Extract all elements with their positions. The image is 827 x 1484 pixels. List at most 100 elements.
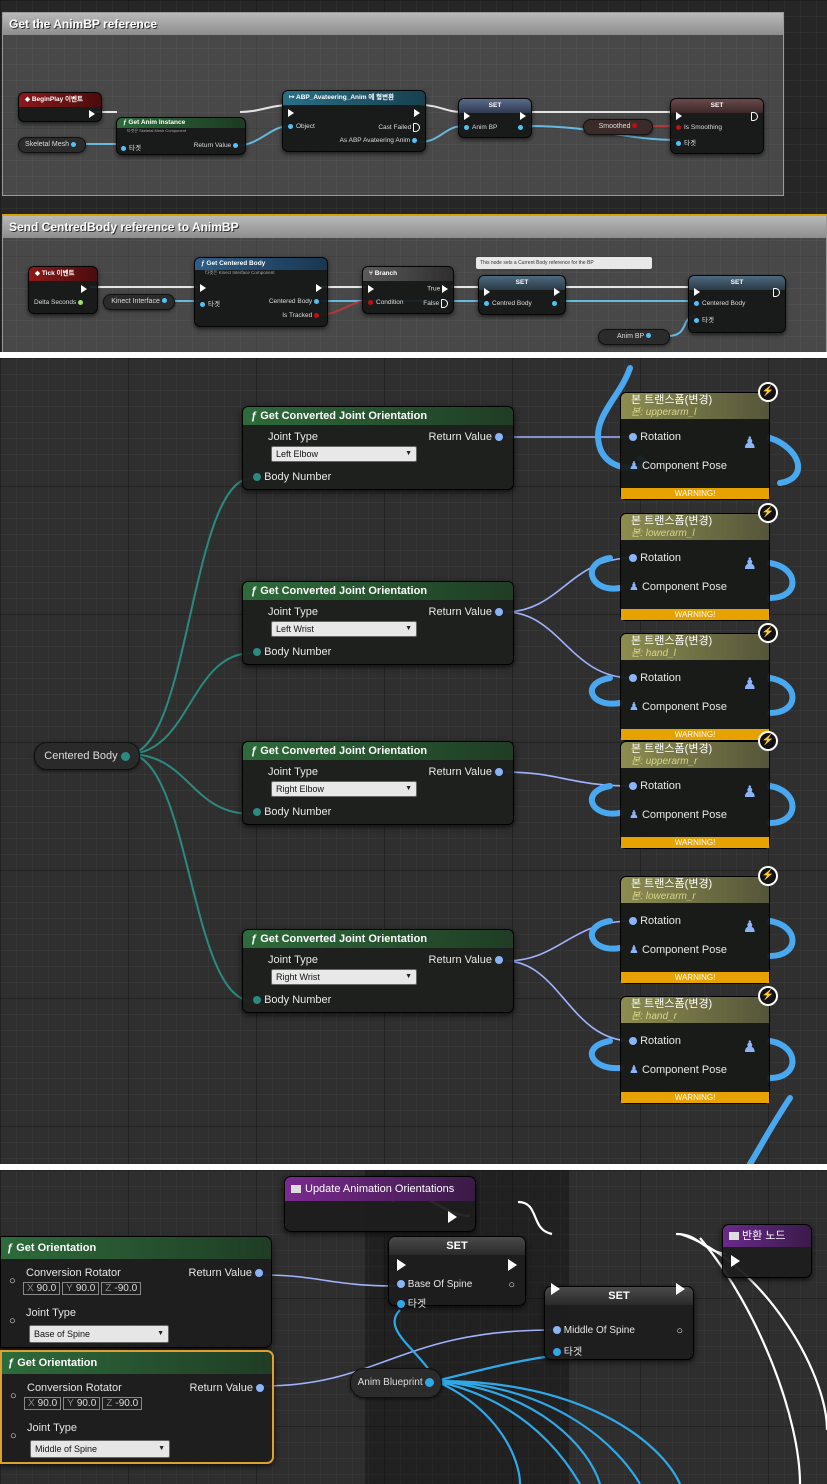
rotation-pin[interactable]: Rotation — [629, 431, 681, 443]
exec-in[interactable] — [200, 284, 206, 292]
joint-type-dropdown[interactable]: Right Elbow — [271, 781, 417, 797]
exec-out-pin[interactable] — [89, 110, 95, 118]
middle-of-spine-out-pin[interactable]: ○ — [676, 1325, 683, 1337]
bone-transform-node-upperarm-l[interactable]: 본 트랜스폼(변경) 본: upperarm_l Rotation ♟ Compo… — [620, 392, 770, 500]
return-value-label[interactable]: Return Value — [429, 766, 503, 778]
exec-out-pin[interactable] — [81, 285, 87, 293]
object-pin[interactable]: Object — [288, 123, 315, 130]
rotator-values[interactable]: X 90.0 Y 90.0 Z -90.0 — [23, 1282, 143, 1295]
joint-type-dropdown[interactable]: Right Wrist — [271, 969, 417, 985]
base-of-spine-out-pin[interactable]: ○ — [508, 1279, 515, 1291]
rotation-pin[interactable]: Rotation — [629, 780, 681, 792]
anim-blueprint-variable[interactable]: Anim Blueprint — [350, 1368, 442, 1398]
branch-exec-in[interactable] — [368, 285, 374, 293]
bone-transform-node-hand-r[interactable]: 본 트랜스폼(변경) 본: hand_r Rotation ♟ Component… — [620, 996, 770, 1104]
set-exec-in[interactable] — [676, 112, 682, 120]
bone-transform-node-upperarm-r[interactable]: 본 트랜스폼(변경) 본: upperarm_r Rotation ♟ Compo… — [620, 741, 770, 849]
return-value-pin[interactable]: Return Value — [189, 1267, 263, 1279]
return-value-pin[interactable]: Return Value — [190, 1382, 264, 1394]
joint-type-dropdown[interactable]: Middle of Spine — [30, 1440, 170, 1458]
kinect-interface-variable[interactable]: Kinect Interface — [103, 294, 175, 310]
set-exec-in[interactable] — [464, 112, 470, 120]
get-joint-orientation-node-left-elbow[interactable]: ƒ Get Converted Joint Orientation Joint … — [242, 406, 514, 490]
set-exec-in[interactable] — [551, 1283, 560, 1295]
rotation-pin[interactable]: Rotation — [629, 672, 681, 684]
pose-out-icon[interactable]: ♟ — [743, 782, 757, 802]
exec-out[interactable] — [316, 284, 322, 292]
body-number-pin[interactable]: Body Number — [253, 471, 331, 483]
component-pose-pin[interactable]: ♟ Component Pose — [629, 1063, 727, 1076]
body-number-pin[interactable]: Body Number — [253, 994, 331, 1006]
get-anim-instance-node[interactable]: ƒ Get Anim Instance 타겟은 Skeletal Mesh Co… — [116, 117, 246, 155]
rotation-pin[interactable]: Rotation — [629, 915, 681, 927]
component-pose-pin[interactable]: ♟ Component Pose — [629, 808, 727, 821]
set-exec-out[interactable] — [554, 288, 560, 296]
get-joint-orientation-node-left-wrist[interactable]: ƒ Get Converted Joint Orientation Joint … — [242, 581, 514, 665]
set-base-of-spine-node[interactable]: SET Base Of Spine ○ 타겟 — [388, 1236, 526, 1310]
return-value-label[interactable]: Return Value — [429, 606, 503, 618]
set-exec-out[interactable] — [520, 112, 526, 120]
pose-out-icon[interactable]: ♟ — [743, 433, 757, 453]
set-exec-out[interactable] — [751, 112, 758, 121]
centred-body-out-pin[interactable] — [552, 300, 560, 307]
joint-type-pin[interactable]: ○ — [9, 1315, 16, 1327]
set-centered-body-target-node[interactable]: SET Centered Body 타겟 — [688, 275, 786, 333]
component-pose-pin[interactable]: ♟ Component Pose — [629, 580, 727, 593]
centred-body-pin[interactable]: Centred Body — [484, 300, 532, 307]
event-beginplay-node[interactable]: ◆ BeginPlay 이벤트 — [18, 92, 102, 122]
component-pose-pin[interactable]: ♟ Component Pose — [629, 459, 727, 472]
as-abp-pin[interactable]: As ABP Avateering Anim — [340, 137, 420, 144]
is-smoothing-pin[interactable]: Is Smoothing — [676, 124, 722, 131]
get-joint-orientation-node-right-elbow[interactable]: ƒ Get Converted Joint Orientation Joint … — [242, 741, 514, 825]
set-exec-out[interactable] — [676, 1283, 685, 1295]
target-pin[interactable]: 타겟 — [676, 137, 696, 147]
condition-pin[interactable]: Condition — [368, 299, 403, 306]
set-exec-out[interactable] — [773, 288, 780, 297]
get-joint-orientation-node-right-wrist[interactable]: ƒ Get Converted Joint Orientation Joint … — [242, 929, 514, 1013]
is-tracked-pin[interactable]: Is Tracked — [282, 312, 322, 319]
pose-out-icon[interactable]: ♟ — [743, 674, 757, 694]
joint-type-dropdown[interactable]: Base of Spine — [29, 1325, 169, 1343]
smoothed-variable[interactable]: Smoothed — [583, 119, 653, 135]
rotator-pin[interactable]: ○ — [10, 1390, 17, 1402]
anim-bp-out-pin[interactable] — [518, 124, 526, 131]
get-orientation-node-2[interactable]: ƒ Get Orientation Conversion Rotator ○ X… — [0, 1350, 274, 1464]
pose-out-icon[interactable]: ♟ — [743, 1037, 757, 1057]
set-centred-body-node[interactable]: SET Centred Body — [478, 275, 566, 315]
set-exec-in[interactable] — [484, 288, 490, 296]
target-pin[interactable]: 타겟 — [200, 298, 220, 308]
cast-exec-out[interactable] — [414, 109, 420, 117]
joint-type-dropdown[interactable]: Left Elbow — [271, 446, 417, 462]
body-number-pin[interactable]: Body Number — [253, 646, 331, 658]
bone-transform-node-lowerarm-l[interactable]: 본 트랜스폼(변경) 본: lowerarm_l Rotation ♟ Compo… — [620, 513, 770, 621]
target-pin[interactable]: 타겟 — [121, 142, 141, 152]
skeletal-mesh-variable[interactable]: Skeletal Mesh — [18, 137, 86, 153]
target-pin[interactable]: 타겟 — [397, 1295, 426, 1310]
target-pin[interactable]: 타겟 — [694, 314, 714, 324]
cast-exec-in[interactable] — [288, 109, 294, 117]
set-anim-bp-node[interactable]: SET Anim BP — [458, 98, 532, 138]
anim-bp-variable[interactable]: Anim BP — [598, 329, 670, 345]
branch-node[interactable]: ⑂ Branch True Condition False — [362, 266, 454, 314]
joint-type-dropdown[interactable]: Left Wrist — [271, 621, 417, 637]
set-exec-in[interactable] — [397, 1259, 406, 1271]
set-middle-of-spine-node[interactable]: SET Middle Of Spine ○ 타겟 — [544, 1283, 694, 1360]
false-pin[interactable]: False — [423, 299, 448, 308]
return-exec-in[interactable] — [731, 1255, 740, 1267]
cast-to-abp-node[interactable]: ↦ ABP_Avateering_Anim 에 형변환 Object Cast … — [282, 90, 426, 152]
return-value-pin[interactable]: Return Value — [194, 142, 241, 149]
base-of-spine-pin[interactable]: Base Of Spine — [397, 1279, 472, 1290]
return-value-label[interactable]: Return Value — [429, 954, 503, 966]
joint-type-pin[interactable]: ○ — [10, 1430, 17, 1442]
get-orientation-node-1[interactable]: ƒ Get Orientation Conversion Rotator ○ X… — [0, 1236, 272, 1348]
rotation-pin[interactable]: Rotation — [629, 1035, 681, 1047]
return-node[interactable]: 반환 노드 — [722, 1224, 812, 1278]
set-exec-out[interactable] — [508, 1259, 517, 1271]
bone-transform-node-lowerarm-r[interactable]: 본 트랜스폼(변경) 본: lowerarm_r Rotation ♟ Compo… — [620, 876, 770, 984]
return-value-label[interactable]: Return Value — [429, 431, 503, 443]
true-pin[interactable]: True — [427, 285, 448, 293]
component-pose-pin[interactable]: ♟ Component Pose — [629, 700, 727, 713]
rotation-pin[interactable]: Rotation — [629, 552, 681, 564]
centered-body-pin[interactable]: Centered Body — [694, 300, 745, 307]
event-tick-node[interactable]: ◆ Tick 이벤트 Delta Seconds — [28, 266, 98, 314]
